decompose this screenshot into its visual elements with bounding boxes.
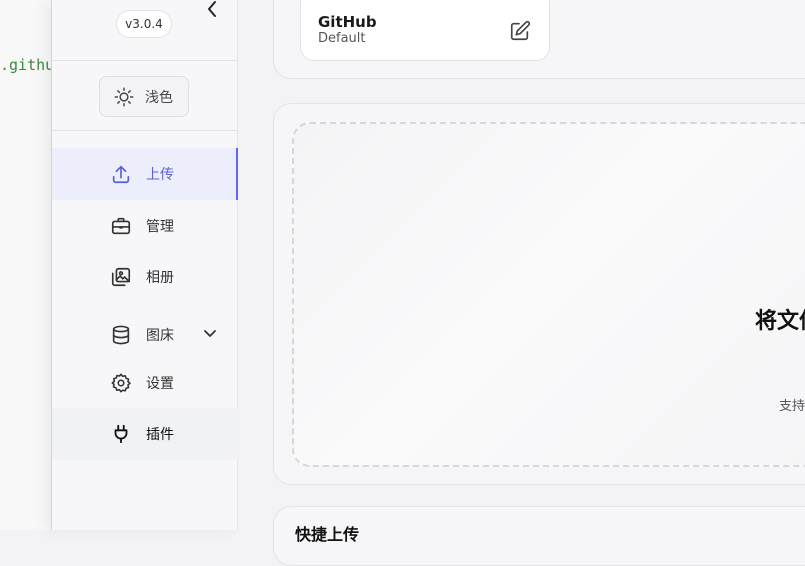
host-name: GitHub [318, 13, 377, 31]
plug-icon [110, 423, 132, 445]
sidebar: v3.0.4 浅色 上传 管理 相册 图床 设置 插件 [51, 0, 239, 530]
dropzone-title: 将文件 [755, 309, 805, 334]
database-icon [110, 324, 132, 346]
chevron-down-icon[interactable] [202, 325, 218, 345]
divider [52, 130, 238, 131]
main-content: GitHub Default 将文件 支持 快捷上传 [238, 0, 805, 566]
sidebar-item-label: 图床 [146, 328, 174, 344]
host-tile[interactable]: GitHub Default [300, 0, 550, 61]
background-window: .githu [0, 0, 55, 530]
sidebar-item-label: 设置 [146, 376, 174, 392]
sidebar-item-label: 管理 [146, 219, 174, 235]
dropzone-hint: 支持 [779, 399, 805, 414]
sidebar-item-manage[interactable]: 管理 [52, 200, 238, 252]
theme-label: 浅色 [145, 89, 173, 106]
background-url-text: .githu [0, 56, 55, 74]
section-title: 快捷上传 [295, 525, 360, 544]
sidebar-item-label: 插件 [146, 427, 174, 443]
collapse-sidebar-button[interactable] [202, 0, 222, 18]
upload-icon [110, 163, 132, 185]
sidebar-item-picbed[interactable]: 图床 [52, 309, 238, 361]
gear-icon [110, 372, 132, 394]
sun-icon [113, 86, 135, 108]
briefcase-icon [110, 215, 132, 237]
upload-dropzone[interactable] [292, 122, 805, 467]
sidebar-item-settings[interactable]: 设置 [52, 357, 238, 409]
edit-icon[interactable] [509, 20, 531, 42]
sidebar-item-plugins[interactable]: 插件 [52, 408, 238, 460]
theme-toggle-button[interactable]: 浅色 [99, 76, 189, 117]
sidebar-item-label: 上传 [146, 167, 174, 183]
host-config: Default [318, 31, 366, 46]
sidebar-item-gallery[interactable]: 相册 [52, 251, 238, 303]
divider [52, 60, 238, 61]
gallery-icon [110, 266, 132, 288]
sidebar-item-upload[interactable]: 上传 [52, 148, 239, 200]
chevron-left-icon [208, 1, 216, 17]
sidebar-item-label: 相册 [146, 270, 174, 286]
version-badge: v3.0.4 [116, 10, 172, 38]
